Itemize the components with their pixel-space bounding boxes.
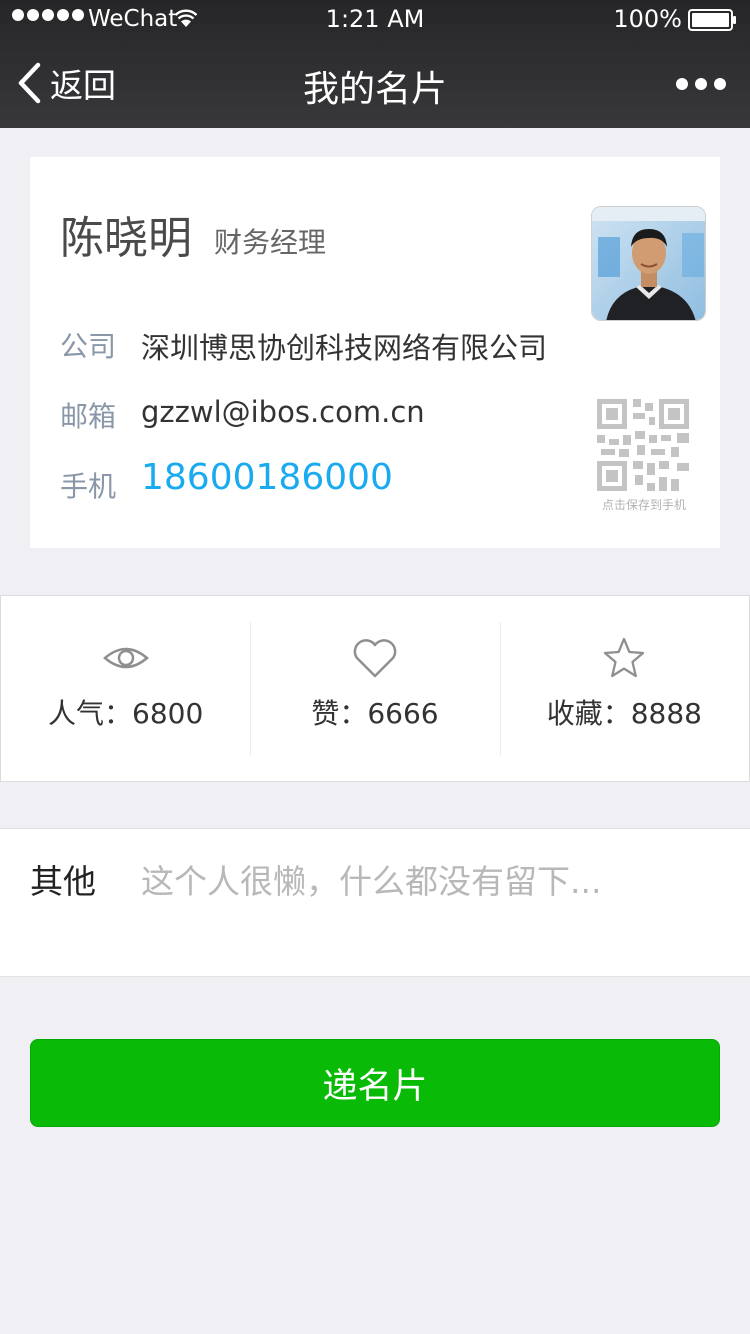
more-dot-icon bbox=[676, 78, 688, 90]
qr-code-icon[interactable] bbox=[597, 399, 689, 491]
header: WeChat 1:21 AM 100% 返回 我的名片 bbox=[0, 0, 750, 128]
send-card-button[interactable]: 递名片 bbox=[30, 1039, 720, 1127]
stats-bar: 人气：6800 赞：6666 收藏：8888 bbox=[0, 595, 750, 782]
other-label: 其他 bbox=[30, 862, 96, 901]
battery-percent: 100% bbox=[613, 5, 682, 33]
contact-name: 陈晓明 bbox=[60, 213, 192, 264]
phone-label: 手机 bbox=[60, 470, 117, 503]
email-value[interactable]: gzzwl@ibos.com.cn bbox=[141, 395, 425, 429]
business-card: 陈晓明 财务经理 公司 深圳博思协创科技网络有限公司 邮箱 gzzwl@ibos… bbox=[30, 157, 720, 548]
company-name: 深圳博思协创科技网络有限公司 bbox=[141, 331, 548, 365]
stat-popularity-label: 人气：6800 bbox=[48, 697, 204, 730]
more-options-button[interactable] bbox=[676, 72, 726, 96]
other-description: 这个人很懒，什么都没有留下... bbox=[141, 862, 602, 901]
page-title: 我的名片 bbox=[302, 69, 447, 110]
company-label: 公司 bbox=[60, 330, 117, 363]
star-icon bbox=[604, 637, 645, 678]
stat-likes[interactable]: 赞：6666 bbox=[250, 596, 499, 781]
status-bar: WeChat 1:21 AM 100% bbox=[0, 0, 750, 40]
avatar-photo bbox=[592, 207, 705, 320]
avatar[interactable] bbox=[591, 206, 706, 321]
qr-caption: 点击保存到手机 bbox=[601, 498, 686, 512]
phone-number-link[interactable]: 18600186000 bbox=[141, 457, 393, 498]
business-card-page: WeChat 1:21 AM 100% 返回 我的名片 陈晓明 财务经理 公司 … bbox=[0, 0, 750, 1334]
more-dot-icon bbox=[695, 78, 707, 90]
heart-icon bbox=[353, 639, 397, 678]
stat-favorites[interactable]: 收藏：8888 bbox=[499, 596, 749, 781]
stat-likes-label: 赞：6666 bbox=[311, 697, 439, 730]
other-section: 其他 这个人很懒，什么都没有留下... bbox=[0, 828, 750, 977]
stat-favorites-label: 收藏：8888 bbox=[546, 697, 702, 730]
stat-popularity[interactable]: 人气：6800 bbox=[1, 596, 250, 781]
more-dot-icon bbox=[714, 78, 726, 90]
job-title: 财务经理 bbox=[214, 226, 327, 259]
battery-icon bbox=[688, 9, 736, 31]
eye-icon bbox=[102, 647, 149, 669]
email-label: 邮箱 bbox=[60, 400, 117, 433]
